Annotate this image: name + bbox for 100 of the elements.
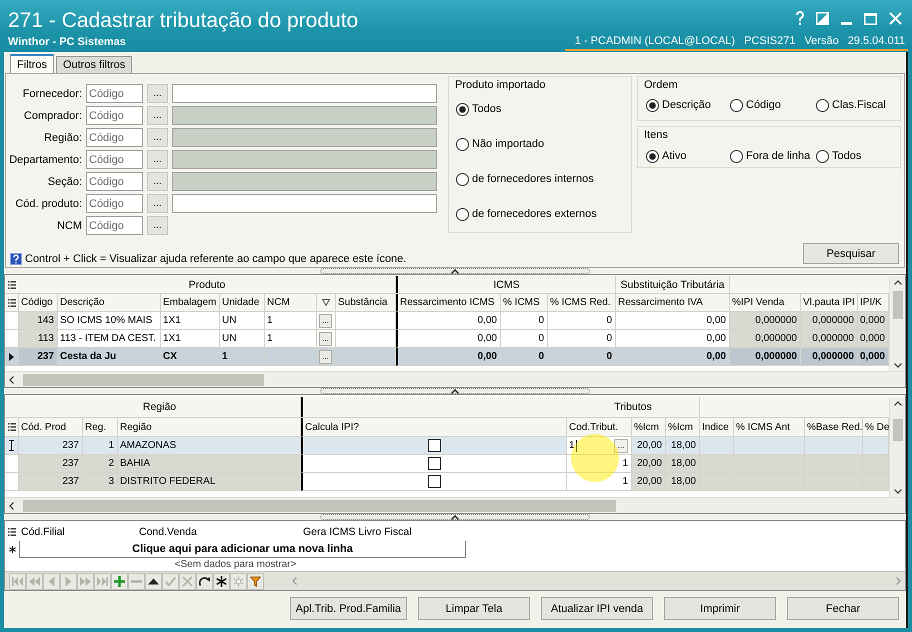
lookup-button[interactable]: ... bbox=[147, 84, 168, 103]
radio-button[interactable] bbox=[816, 98, 829, 112]
lookup-button[interactable]: ... bbox=[147, 194, 168, 213]
scrollbar-thumb[interactable] bbox=[23, 500, 616, 512]
lookup-button[interactable]: ... bbox=[319, 350, 332, 364]
code-field[interactable]: Código bbox=[86, 194, 143, 213]
radio-button[interactable] bbox=[730, 150, 743, 162]
radio-label[interactable]: de fornecedores externos bbox=[472, 208, 597, 220]
radio-button[interactable] bbox=[456, 102, 469, 116]
list-icon[interactable] bbox=[8, 528, 16, 536]
lookup-button[interactable]: ... bbox=[147, 106, 168, 125]
close-button[interactable]: Fechar bbox=[787, 597, 899, 620]
snap-icon[interactable] bbox=[816, 12, 829, 25]
vertical-scrollbar[interactable] bbox=[889, 276, 905, 371]
code-field[interactable]: Código bbox=[86, 106, 143, 125]
scrollbar-thumb[interactable] bbox=[892, 419, 902, 441]
add-record-button[interactable] bbox=[111, 572, 128, 590]
radio-label[interactable]: Clas.Fiscal bbox=[832, 99, 886, 111]
scroll-left-icon[interactable] bbox=[9, 376, 14, 384]
table-row[interactable]: 237 1 AMAZONAS 1 ... 20,00 18,00 bbox=[5, 437, 889, 455]
checkbox[interactable] bbox=[428, 475, 440, 488]
clear-screen-button[interactable]: Limpar Tela bbox=[418, 597, 530, 620]
table-row[interactable]: 237 2 BAHIA 1 20,00 18,00 bbox=[5, 455, 889, 473]
radio-label[interactable]: de fornecedores internos bbox=[472, 173, 594, 185]
table-cell: 20,00 bbox=[632, 455, 666, 473]
scroll-right-icon[interactable] bbox=[896, 577, 901, 585]
scroll-left-icon[interactable] bbox=[9, 502, 14, 510]
horizontal-scrollbar[interactable] bbox=[5, 497, 905, 513]
list-icon[interactable] bbox=[8, 298, 16, 306]
code-field[interactable]: Código bbox=[86, 216, 143, 235]
scroll-up-icon[interactable] bbox=[894, 280, 902, 285]
radio-label[interactable]: Código bbox=[746, 99, 781, 111]
search-button[interactable]: Pesquisar bbox=[803, 243, 899, 264]
refresh-button[interactable] bbox=[196, 572, 213, 590]
column-group-header: Tributos bbox=[567, 397, 700, 417]
name-field[interactable] bbox=[172, 84, 437, 103]
radio-label[interactable]: Fora de linha bbox=[746, 150, 810, 162]
help-icon[interactable] bbox=[796, 11, 804, 25]
radio-label[interactable]: Todos bbox=[472, 103, 502, 115]
splitter-handle[interactable] bbox=[320, 268, 590, 274]
radio-label[interactable]: Todos bbox=[832, 150, 862, 162]
list-icon[interactable] bbox=[8, 280, 16, 288]
apply-family-button[interactable]: Apl.Trib. Prod.Familia bbox=[290, 597, 407, 620]
radio-button[interactable] bbox=[456, 138, 469, 150]
cross-icon bbox=[182, 576, 193, 586]
lookup-button[interactable]: ... bbox=[319, 314, 332, 328]
new-row-prompt[interactable]: Clique aqui para adicionar uma nova linha bbox=[19, 541, 466, 558]
cell-editor[interactable]: 1 ... bbox=[567, 437, 632, 455]
code-field[interactable]: Código bbox=[86, 128, 143, 147]
checkbox[interactable] bbox=[428, 457, 440, 470]
radio-button[interactable] bbox=[456, 208, 469, 220]
cursor-highlight bbox=[571, 434, 619, 482]
scroll-up-icon[interactable] bbox=[894, 401, 902, 406]
checkbox[interactable] bbox=[428, 439, 440, 452]
window-title: 271 - Cadastrar tributação do produto bbox=[8, 8, 358, 33]
horizontal-scrollbar[interactable] bbox=[5, 371, 905, 387]
name-field[interactable] bbox=[172, 194, 437, 213]
radio-button[interactable] bbox=[456, 172, 469, 186]
lookup-button[interactable]: ... bbox=[147, 128, 168, 147]
radio-button[interactable] bbox=[816, 150, 829, 162]
print-button[interactable]: Imprimir bbox=[664, 597, 776, 620]
table-row[interactable]: 237 3 DISTRITO FEDERAL 1 20,00 18,00 bbox=[5, 473, 889, 491]
filter-button[interactable] bbox=[247, 572, 264, 590]
code-field[interactable]: Código bbox=[86, 84, 143, 103]
code-field[interactable]: Código bbox=[86, 150, 143, 169]
scroll-down-icon[interactable] bbox=[894, 363, 902, 368]
radio-label[interactable]: Não importado bbox=[472, 138, 544, 150]
scroll-down-icon[interactable] bbox=[894, 489, 902, 494]
table-row[interactable]: 113 113 - ITEM DA CEST. 1X1 UN 1 ... 0,00 0 0 0,00 0,000000 0,000000 0,000 bbox=[5, 330, 889, 348]
new-record-button[interactable] bbox=[213, 572, 230, 590]
lookup-button[interactable]: ... bbox=[319, 332, 332, 346]
vertical-scrollbar[interactable] bbox=[889, 397, 905, 497]
lookup-button[interactable]: ... bbox=[147, 172, 168, 191]
column-header[interactable]: Cód.Filial bbox=[21, 526, 65, 538]
lookup-button[interactable]: ... bbox=[147, 150, 168, 169]
tab[interactable]: Outros filtros bbox=[56, 56, 132, 73]
lookup-button[interactable]: ... bbox=[147, 216, 168, 235]
update-ipi-button[interactable]: Atualizar IPI venda bbox=[541, 597, 653, 620]
scrollbar-thumb[interactable] bbox=[892, 291, 902, 319]
tab[interactable]: Filtros bbox=[10, 54, 54, 73]
radio-label[interactable]: Ativo bbox=[662, 150, 686, 162]
filter-icon[interactable] bbox=[322, 299, 330, 306]
column-group-header: Substituição Tributária bbox=[616, 276, 730, 293]
table-row[interactable]: 237 Cesta da Ju CX 1 ... 0,00 0 0 0,00 0,000000 0,000000 0,000 bbox=[5, 348, 889, 366]
list-icon[interactable] bbox=[8, 423, 16, 431]
radio-button[interactable] bbox=[646, 150, 659, 162]
code-field[interactable]: Código bbox=[86, 172, 143, 191]
splitter-handle[interactable] bbox=[320, 514, 590, 520]
radio-button[interactable] bbox=[646, 98, 659, 112]
column-header[interactable]: Gera ICMS Livro Fiscal bbox=[303, 526, 412, 538]
splitter-handle[interactable] bbox=[320, 388, 590, 394]
move-up-button[interactable] bbox=[145, 572, 162, 590]
radio-button[interactable] bbox=[730, 98, 743, 112]
scrollbar-thumb[interactable] bbox=[23, 374, 264, 386]
radio-label[interactable]: Descrição bbox=[662, 99, 711, 111]
table-row[interactable]: 143 SO ICMS 10% MAIS 1X1 UN 1 ... 0,00 0 0 0,00 0,000000 0,000000 0,000 bbox=[5, 312, 889, 330]
lookup-button[interactable]: ... bbox=[614, 438, 628, 452]
maximize-icon[interactable] bbox=[864, 13, 877, 25]
close-icon[interactable] bbox=[889, 12, 902, 25]
column-header[interactable]: Cond.Venda bbox=[139, 526, 197, 538]
